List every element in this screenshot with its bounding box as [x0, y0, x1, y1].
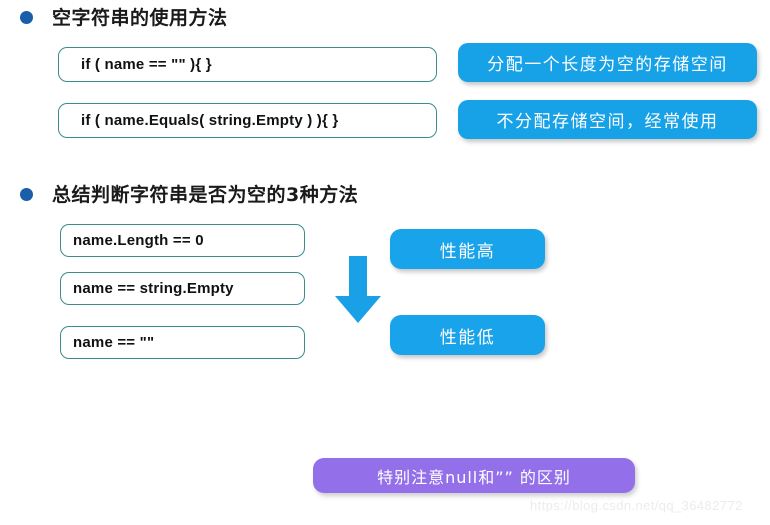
code-text: name.Length == 0 — [73, 232, 204, 249]
section-bullet-icon — [20, 188, 33, 201]
section-heading-three-methods-summary: 总结判断字符串是否为空的3种方法 — [52, 184, 359, 206]
pill-label: 性能低 — [439, 327, 496, 348]
arrow-down-icon — [335, 252, 387, 331]
note-null-vs-empty: 特别注意null和”” 的区别 — [313, 458, 635, 493]
code-text: if ( name.Equals( string.Empty ) ){ } — [81, 112, 339, 129]
pill-low-performance: 性能低 — [390, 315, 545, 355]
code-text: name == "" — [73, 334, 155, 351]
callout-allocates-empty-storage: 分配一个长度为空的存储空间 — [458, 43, 757, 82]
section-heading-empty-string-usage: 空字符串的使用方法 — [52, 7, 228, 29]
code-box-name-equals-empty-literal: name == "" — [60, 326, 305, 359]
code-text: name == string.Empty — [73, 280, 234, 297]
watermark-url: https://blog.csdn.net/qq_36482772 — [530, 498, 743, 513]
callout-label: 不分配存储空间，经常使用 — [496, 112, 719, 132]
code-box-if-name-equals-string-empty: if ( name.Equals( string.Empty ) ){ } — [58, 103, 437, 138]
note-label: 特别注意null和”” 的区别 — [377, 467, 571, 487]
section-bullet-icon — [20, 11, 33, 24]
code-box-name-length-zero: name.Length == 0 — [60, 224, 305, 257]
pill-label: 性能高 — [439, 241, 496, 262]
arrow-down-glyph — [335, 256, 381, 323]
code-text: if ( name == "" ){ } — [81, 56, 212, 73]
code-box-if-name-equals-empty-literal: if ( name == "" ){ } — [58, 47, 437, 82]
code-box-name-equals-string-empty: name == string.Empty — [60, 272, 305, 305]
pill-high-performance: 性能高 — [390, 229, 545, 269]
slide-canvas: 空字符串的使用方法 if ( name == "" ){ } if ( name… — [0, 0, 770, 525]
callout-label: 分配一个长度为空的存储空间 — [487, 55, 728, 75]
callout-no-allocation-frequently-used: 不分配存储空间，经常使用 — [458, 100, 757, 139]
